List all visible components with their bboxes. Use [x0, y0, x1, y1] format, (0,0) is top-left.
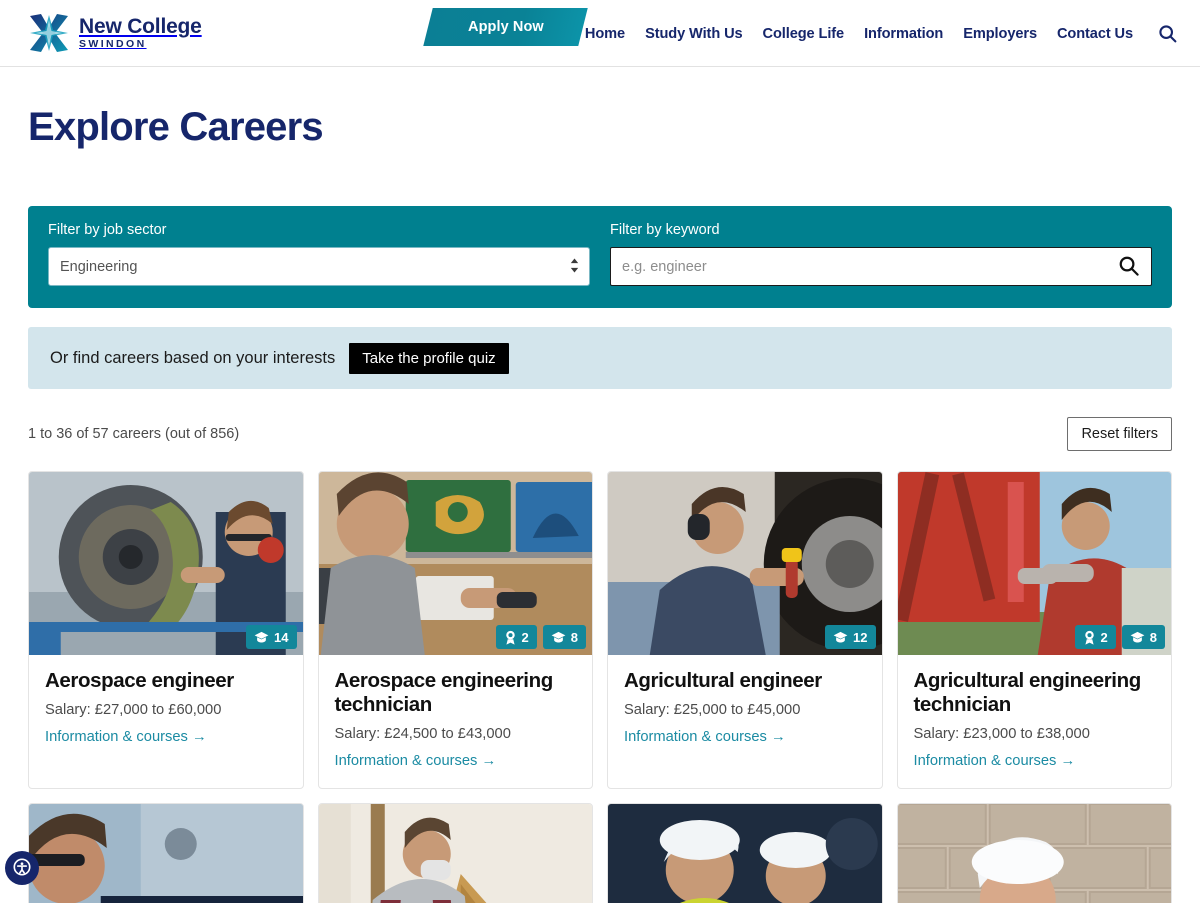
career-card[interactable]: 12 Agricultural engineer Salary: £25,000… [607, 471, 883, 790]
card-badges: 14 [246, 625, 297, 649]
career-card-image: 14 [29, 472, 303, 655]
keyword-search-button[interactable] [1113, 250, 1144, 284]
information-and-courses-link[interactable]: Information & courses → [335, 753, 497, 769]
career-card[interactable] [607, 803, 883, 903]
badge-count: 8 [1149, 629, 1157, 645]
link-label: Information & courses [334, 753, 478, 770]
arrow-right-icon: → [481, 753, 497, 770]
career-card-image [318, 804, 592, 903]
keyword-filter-group: Filter by keyword [610, 222, 1152, 286]
career-card-body: Aerospace engineering technician Salary:… [319, 655, 593, 788]
badge-count: 2 [1100, 629, 1108, 645]
page-content: Explore Careers Filter by job sector Eng… [0, 105, 1200, 903]
nav-item-information[interactable]: Information [864, 26, 943, 42]
career-card-image [897, 804, 1171, 903]
badge-count: 14 [274, 629, 289, 645]
information-and-courses-link[interactable]: Information & courses → [914, 753, 1076, 769]
badge-count: 2 [521, 629, 529, 645]
career-card-title: Aerospace engineer [45, 669, 234, 692]
logo-subtitle: SWINDON [79, 38, 147, 51]
career-card-image: 2 8 [897, 472, 1171, 655]
arrow-right-icon: → [1060, 753, 1076, 770]
award-rosette-icon [504, 630, 517, 645]
nav-item-employers[interactable]: Employers [963, 26, 1037, 42]
job-sector-select[interactable]: Engineering [48, 247, 590, 286]
career-card-image: 12 [608, 472, 882, 655]
career-card-body: Agricultural engineer Salary: £25,000 to… [608, 655, 882, 764]
graduation-cap-icon [1130, 631, 1145, 644]
link-label: Information & courses [624, 729, 767, 746]
badge-count: 12 [853, 629, 868, 645]
main-navigation: Home Study With Us College Life Informat… [585, 0, 1178, 67]
nav-item-study-with-us[interactable]: Study With Us [645, 26, 743, 42]
keyword-filter-label: Filter by keyword [610, 222, 720, 238]
nav-item-contact-us[interactable]: Contact Us [1057, 26, 1133, 42]
career-card-salary: Salary: £27,000 to £60,000 [45, 702, 222, 719]
college-star-logo-icon [26, 12, 72, 54]
career-card-image [608, 804, 882, 903]
site-logo[interactable]: New College SWINDON [26, 12, 202, 54]
accessibility-icon [11, 856, 33, 881]
badge-apprenticeships: 2 [1074, 625, 1116, 649]
career-card-body: Agricultural engineering technician Sala… [898, 655, 1172, 788]
arrow-right-icon: → [770, 729, 786, 746]
card-badges: 12 [825, 625, 876, 649]
logo-title: New College [79, 15, 202, 39]
sector-filter-label: Filter by job sector [48, 222, 167, 238]
information-and-courses-link[interactable]: Information & courses → [45, 729, 207, 745]
career-card[interactable] [896, 803, 1172, 903]
nav-item-home[interactable]: Home [585, 26, 625, 42]
results-count: 1 to 36 of 57 careers (out of 856) [28, 426, 240, 442]
take-profile-quiz-button[interactable]: Take the profile quiz [349, 342, 509, 374]
arrow-right-icon: → [191, 729, 207, 746]
card-badges: 2 8 [495, 625, 586, 649]
keyword-search-input[interactable] [610, 247, 1152, 286]
link-label: Information & courses [913, 753, 1057, 770]
badge-courses: 12 [825, 625, 876, 649]
career-card-salary: Salary: £24,500 to £43,000 [334, 726, 511, 743]
graduation-cap-icon [833, 631, 848, 644]
career-card[interactable] [28, 803, 304, 903]
sector-filter-group: Filter by job sector Engineering [48, 222, 590, 286]
filter-bar: Filter by job sector Engineering Filter … [28, 206, 1172, 308]
apply-now-button[interactable]: Apply Now [423, 8, 588, 46]
card-badges: 2 8 [1074, 625, 1165, 649]
career-card[interactable]: 2 8 Agricultural engineering technician … [896, 471, 1172, 790]
career-card-title: Agricultural engineer [624, 669, 822, 692]
accessibility-widget-button[interactable] [5, 851, 39, 885]
badge-apprenticeships: 2 [495, 625, 537, 649]
badge-count: 8 [570, 629, 578, 645]
graduation-cap-icon [254, 631, 269, 644]
career-card[interactable] [317, 803, 593, 903]
profile-quiz-banner: Or find careers based on your interests … [28, 327, 1172, 389]
career-card-image: 2 8 [318, 472, 592, 655]
career-card-body: Aerospace engineer Salary: £27,000 to £6… [29, 655, 303, 764]
career-card[interactable]: 14 Aerospace engineer Salary: £27,000 to… [28, 471, 304, 790]
apply-now-label: Apply Now [467, 19, 544, 35]
search-icon [1117, 254, 1140, 280]
search-icon[interactable] [1157, 23, 1178, 44]
career-card-salary: Salary: £23,000 to £38,000 [913, 726, 1090, 743]
badge-courses: 14 [246, 625, 297, 649]
page-title: Explore Careers [28, 105, 324, 149]
profile-quiz-text: Or find careers based on your interests [50, 348, 336, 367]
career-card-salary: Salary: £25,000 to £45,000 [624, 702, 801, 719]
career-card[interactable]: 2 8 Aerospace engineering technician Sal… [317, 471, 593, 790]
site-header: New College SWINDON Apply Now Home Study… [0, 0, 1200, 67]
award-rosette-icon [1083, 630, 1096, 645]
graduation-cap-icon [551, 631, 566, 644]
link-label: Information & courses [45, 729, 188, 746]
information-and-courses-link[interactable]: Information & courses → [624, 729, 786, 745]
nav-item-college-life[interactable]: College Life [763, 26, 845, 42]
badge-courses: 8 [1121, 625, 1165, 649]
career-card-title: Agricultural engineering technician [913, 669, 1142, 717]
career-card-image [29, 804, 303, 903]
badge-courses: 8 [542, 625, 586, 649]
reset-filters-button[interactable]: Reset filters [1067, 417, 1172, 451]
careers-grid: 14 Aerospace engineer Salary: £27,000 to… [28, 471, 1172, 903]
results-summary-row: 1 to 36 of 57 careers (out of 856) Reset… [28, 417, 1172, 451]
career-card-title: Aerospace engineering technician [334, 669, 554, 717]
